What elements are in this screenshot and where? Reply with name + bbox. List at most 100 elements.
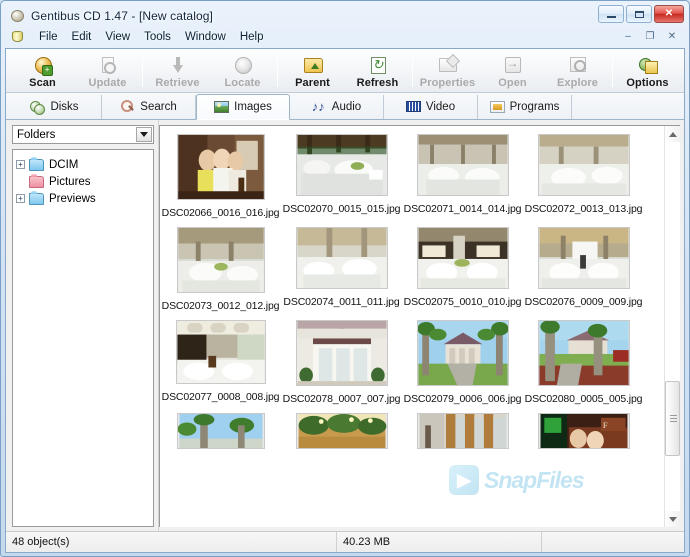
- thumbnail-view[interactable]: DSC02066_0016_016.jpg DSC02070_0015_015.…: [159, 125, 680, 527]
- tab-video[interactable]: Video: [384, 95, 478, 119]
- thumbnail-image[interactable]: [295, 227, 388, 289]
- status-bar: 48 object(s) 40.23 MB: [6, 531, 684, 552]
- menu-tools[interactable]: Tools: [137, 29, 178, 45]
- thumbnail-item[interactable]: DSC02078_0007_007.jpg: [281, 312, 402, 405]
- tab-audio[interactable]: ♪♪ Audio: [290, 95, 384, 119]
- thumbnail-item[interactable]: DSC02070_0015_015.jpg: [281, 126, 402, 219]
- window-controls: ✕: [598, 5, 684, 23]
- tab-disks[interactable]: Disks: [8, 95, 102, 119]
- thumbnail-row: F: [160, 405, 664, 456]
- options-icon: [637, 55, 659, 76]
- toolbar-button-refresh[interactable]: Refresh: [345, 51, 410, 92]
- toolbar-button-update[interactable]: Update: [75, 51, 140, 92]
- thumbnail-item[interactable]: DSC02080_0005_005.jpg: [523, 312, 644, 405]
- toolbar-button-explore[interactable]: Explore: [545, 51, 610, 92]
- toolbar-button-parent[interactable]: Parent: [280, 51, 345, 92]
- thumbnail-filename: DSC02071_0014_014.jpg: [403, 203, 522, 215]
- thumbnail-item[interactable]: DSC02079_0006_006.jpg: [402, 312, 523, 405]
- thumbnail-item[interactable]: DSC02072_0013_013.jpg: [523, 126, 644, 219]
- toolbar-separator: [412, 56, 413, 87]
- expander-icon[interactable]: +: [16, 194, 25, 203]
- toolbar-button-open[interactable]: Open: [480, 51, 545, 92]
- thumbnail-image[interactable]: [176, 134, 265, 200]
- thumbnail-item[interactable]: DSC02076_0009_009.jpg: [523, 219, 644, 312]
- tree-item-previews[interactable]: + Previews: [16, 190, 150, 207]
- toolbar-button-options[interactable]: Options: [615, 51, 680, 92]
- application-window: Gentibus CD 1.47 - [New catalog] ✕ File …: [0, 0, 690, 557]
- folder-icon: [29, 173, 44, 188]
- thumbnail-image[interactable]: [176, 227, 265, 293]
- tab-label: Video: [425, 101, 456, 113]
- thumbnail-image[interactable]: [537, 227, 630, 289]
- menu-view[interactable]: View: [98, 29, 137, 45]
- tab-search[interactable]: Search: [102, 95, 196, 119]
- chevron-down-icon[interactable]: [136, 127, 152, 142]
- close-button[interactable]: ✕: [654, 5, 684, 23]
- menu-file[interactable]: File: [32, 29, 65, 45]
- thumbnail-item[interactable]: DSC02077_0008_008.jpg: [160, 312, 281, 405]
- thumbnail-image[interactable]: [416, 413, 509, 449]
- toolbar-button-scan[interactable]: Scan: [10, 51, 75, 92]
- tab-strip: Disks Search Images ♪♪ Audio Video Progr…: [6, 93, 684, 120]
- explore-icon: [567, 55, 589, 76]
- tree-item-label: DCIM: [49, 158, 79, 171]
- thumbnail-item[interactable]: DSC02073_0012_012.jpg: [160, 219, 281, 312]
- thumbnail-image[interactable]: [416, 320, 509, 386]
- thumbnail-image[interactable]: [416, 227, 509, 289]
- tab-label: Images: [234, 101, 272, 113]
- scroll-down-button[interactable]: [665, 511, 680, 527]
- tab-label: Search: [140, 101, 177, 113]
- thumbnail-item[interactable]: DSC02066_0016_016.jpg: [160, 126, 281, 219]
- update-icon: [97, 55, 119, 76]
- thumbnail-item[interactable]: DSC02075_0010_010.jpg: [402, 219, 523, 312]
- mdi-close-button[interactable]: ✕: [662, 28, 682, 44]
- minimize-button[interactable]: [598, 5, 624, 23]
- folder-tree[interactable]: + DCIM Pictures + Previews: [12, 149, 154, 527]
- maximize-button[interactable]: [626, 5, 652, 23]
- toolbar-button-properties[interactable]: Properties: [415, 51, 480, 92]
- thumbnail-item[interactable]: [281, 405, 402, 456]
- tab-images[interactable]: Images: [196, 94, 290, 120]
- mdi-minimize-button[interactable]: –: [618, 28, 638, 44]
- toolbar-button-retrieve[interactable]: Retrieve: [145, 51, 210, 92]
- thumbnail-image[interactable]: [295, 413, 388, 449]
- properties-icon: [437, 55, 459, 76]
- toolbar-button-locate[interactable]: Locate: [210, 51, 275, 92]
- menu-window[interactable]: Window: [178, 29, 233, 45]
- thumbnail-filename: DSC02079_0006_006.jpg: [403, 393, 522, 405]
- tree-item-pictures[interactable]: Pictures: [16, 173, 150, 190]
- mdi-restore-button[interactable]: ❐: [640, 28, 660, 44]
- folders-dropdown[interactable]: Folders: [12, 125, 154, 144]
- tab-label: Disks: [50, 101, 79, 113]
- tab-programs[interactable]: Programs: [478, 95, 572, 119]
- thumbnail-image[interactable]: [295, 134, 388, 196]
- thumbnail-item[interactable]: [160, 405, 281, 456]
- menu-edit[interactable]: Edit: [65, 29, 99, 45]
- scrollbar-thumb[interactable]: [665, 381, 680, 456]
- tree-item-dcim[interactable]: + DCIM: [16, 156, 150, 173]
- thumbnail-image[interactable]: F: [537, 413, 630, 449]
- open-icon: [502, 55, 524, 76]
- thumbnail-item[interactable]: DSC02074_0011_011.jpg: [281, 219, 402, 312]
- scroll-up-button[interactable]: [665, 126, 680, 142]
- status-extra: [541, 532, 684, 552]
- thumbnail-image[interactable]: [537, 134, 630, 196]
- thumbnail-image[interactable]: [176, 413, 265, 449]
- parent-folder-icon: [302, 55, 324, 76]
- toolbar-separator: [142, 56, 143, 87]
- thumbnail-image[interactable]: [537, 320, 630, 386]
- expander-icon[interactable]: +: [16, 160, 25, 169]
- thumbnail-filename: DSC02070_0015_015.jpg: [282, 203, 401, 215]
- toolbar-separator: [612, 56, 613, 87]
- vertical-scrollbar[interactable]: [664, 126, 680, 527]
- thumbnail-image[interactable]: [416, 134, 509, 196]
- thumbnail-image[interactable]: [295, 320, 388, 386]
- toolbar: Scan Update Retrieve Locate Parent: [6, 49, 684, 93]
- images-icon: [214, 100, 230, 114]
- thumbnail-item[interactable]: F: [523, 405, 644, 456]
- thumbnail-image[interactable]: [175, 320, 266, 384]
- thumbnail-item[interactable]: [402, 405, 523, 456]
- menu-help[interactable]: Help: [233, 29, 271, 45]
- tree-item-label: Previews: [49, 192, 96, 205]
- thumbnail-item[interactable]: DSC02071_0014_014.jpg: [402, 126, 523, 219]
